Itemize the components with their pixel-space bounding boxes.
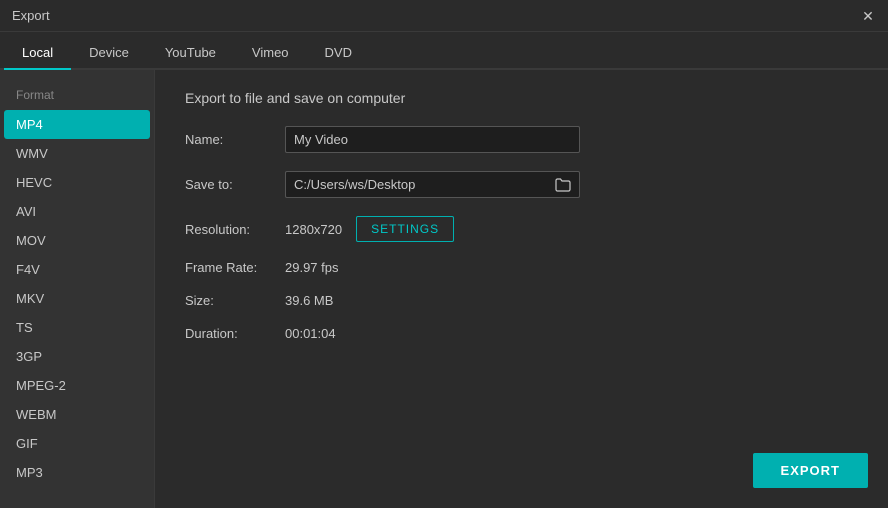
tab-bar: Local Device YouTube Vimeo DVD: [0, 32, 888, 70]
format-item-f4v[interactable]: F4V: [0, 255, 154, 284]
title-bar: Export ✕: [0, 0, 888, 32]
frame-rate-label: Frame Rate:: [185, 260, 285, 275]
format-item-mp3[interactable]: MP3: [0, 458, 154, 487]
name-input[interactable]: [285, 126, 580, 153]
resolution-label: Resolution:: [185, 222, 285, 237]
format-item-mkv[interactable]: MKV: [0, 284, 154, 313]
browse-folder-button[interactable]: [547, 174, 579, 196]
duration-row: Duration: 00:01:04: [185, 326, 858, 341]
resolution-value: 1280x720: [285, 222, 342, 237]
duration-value: 00:01:04: [285, 326, 336, 341]
save-to-input[interactable]: [286, 172, 547, 197]
tab-youtube[interactable]: YouTube: [147, 37, 234, 70]
name-label: Name:: [185, 132, 285, 147]
section-title: Export to file and save on computer: [185, 90, 858, 106]
size-label: Size:: [185, 293, 285, 308]
save-to-wrapper: [285, 171, 580, 198]
format-item-mpeg2[interactable]: MPEG-2: [0, 371, 154, 400]
save-to-row: Save to:: [185, 171, 858, 198]
main-area: Format MP4WMVHEVCAVIMOVF4VMKVTS3GPMPEG-2…: [0, 70, 888, 508]
name-row: Name:: [185, 126, 858, 153]
size-value: 39.6 MB: [285, 293, 333, 308]
export-button[interactable]: EXPORT: [753, 453, 868, 488]
size-row: Size: 39.6 MB: [185, 293, 858, 308]
format-item-webm[interactable]: WEBM: [0, 400, 154, 429]
format-item-hevc[interactable]: HEVC: [0, 168, 154, 197]
resolution-row: Resolution: 1280x720 SETTINGS: [185, 216, 858, 242]
format-item-mov[interactable]: MOV: [0, 226, 154, 255]
format-item-avi[interactable]: AVI: [0, 197, 154, 226]
tab-vimeo[interactable]: Vimeo: [234, 37, 307, 70]
format-item-gif[interactable]: GIF: [0, 429, 154, 458]
format-item-3gp[interactable]: 3GP: [0, 342, 154, 371]
dialog-title: Export: [12, 8, 50, 23]
close-button[interactable]: ✕: [860, 8, 876, 24]
tab-device[interactable]: Device: [71, 37, 147, 70]
format-item-mp4[interactable]: MP4: [4, 110, 150, 139]
duration-label: Duration:: [185, 326, 285, 341]
format-item-wmv[interactable]: WMV: [0, 139, 154, 168]
format-sidebar: Format MP4WMVHEVCAVIMOVF4VMKVTS3GPMPEG-2…: [0, 70, 155, 508]
export-content: Export to file and save on computer Name…: [155, 70, 888, 508]
resolution-controls: 1280x720 SETTINGS: [285, 216, 454, 242]
tab-dvd[interactable]: DVD: [307, 37, 370, 70]
frame-rate-value: 29.97 fps: [285, 260, 339, 275]
format-item-ts[interactable]: TS: [0, 313, 154, 342]
frame-rate-row: Frame Rate: 29.97 fps: [185, 260, 858, 275]
save-to-label: Save to:: [185, 177, 285, 192]
tab-local[interactable]: Local: [4, 37, 71, 70]
settings-button[interactable]: SETTINGS: [356, 216, 454, 242]
format-section-label: Format: [0, 84, 154, 110]
